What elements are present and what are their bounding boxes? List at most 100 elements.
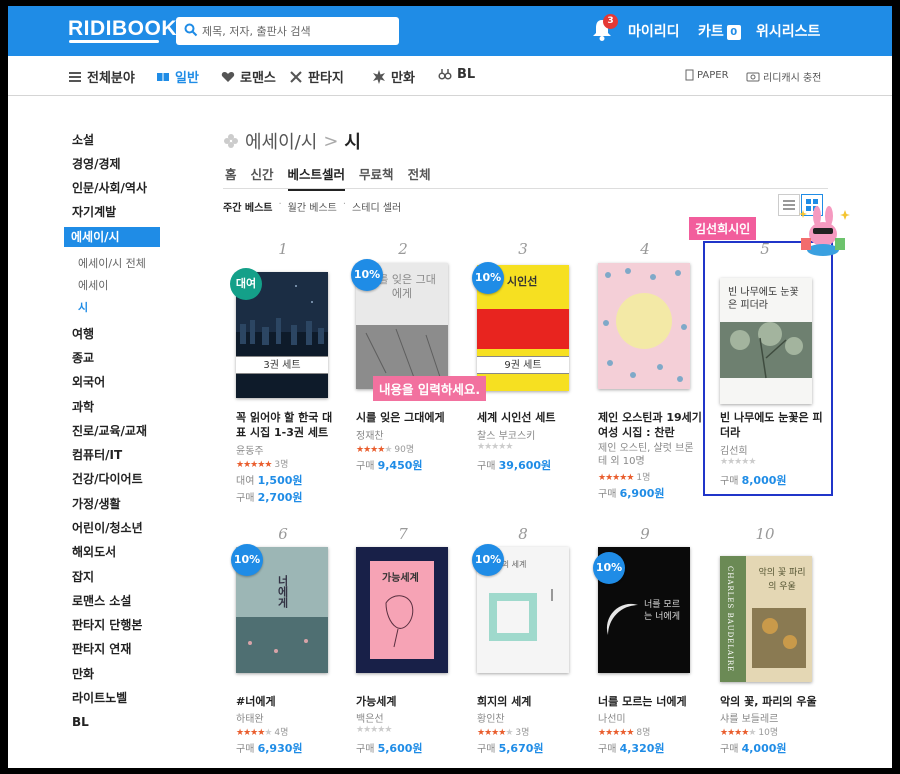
book-title[interactable]: 희지의 세계	[477, 694, 581, 709]
subtab-monthly[interactable]: 월간 베스트	[288, 199, 337, 214]
book-cover[interactable]	[598, 263, 690, 389]
tab-home[interactable]: 홈	[225, 164, 237, 191]
sidebar-item-magazine[interactable]: 잡지	[72, 568, 94, 586]
nav-romance[interactable]: 로맨스	[221, 67, 276, 86]
rank-number: 1	[278, 240, 288, 258]
sidebar-item-romance-novel[interactable]: 로맨스 소설	[72, 592, 131, 610]
sidebar-item-light-novel[interactable]: 라이트노벨	[72, 689, 127, 707]
nav-general[interactable]: 일반	[156, 67, 199, 86]
rating-stars: ★★★★★	[356, 725, 392, 735]
nav-all-categories[interactable]: 전체분야	[68, 67, 135, 86]
book-title[interactable]: 가능세계	[356, 694, 460, 709]
ridibooks-logo[interactable]: RIDIBOOKS	[68, 17, 192, 41]
breadcrumb: 에세이/시 > 시	[223, 128, 361, 154]
nav-fantasy[interactable]: 판타지	[289, 67, 344, 86]
book-cover[interactable]: CHARLES BAUDELAIRE 악의 꽃 파리의 우울	[720, 556, 812, 682]
input-placeholder-tag[interactable]: 내용을 입력하세요.	[373, 376, 487, 401]
sidebar-item-bl[interactable]: BL	[72, 713, 89, 731]
search-box[interactable]	[176, 17, 399, 45]
tab-free[interactable]: 무료책	[359, 164, 394, 191]
sidebar-sub-essay[interactable]: 에세이	[78, 277, 108, 293]
sidebar-sub-essay-poetry-all[interactable]: 에세이/시 전체	[78, 255, 146, 271]
sidebar-item-humanities[interactable]: 인문/사회/역사	[72, 179, 147, 197]
sidebar-item-comics[interactable]: 만화	[72, 665, 94, 683]
buy-label: 구매	[720, 744, 739, 755]
star-icon: ★	[384, 445, 392, 455]
sidebar-item-business[interactable]: 경영/경제	[72, 155, 121, 173]
sidebar-item-children[interactable]: 어린이/청소년	[72, 519, 143, 537]
breadcrumb-separator: >	[323, 130, 339, 152]
paper-link[interactable]: PAPER	[685, 69, 729, 81]
cash-charge-link[interactable]: 리디캐시 충전	[746, 69, 821, 84]
nav-bl[interactable]: BL	[438, 67, 475, 82]
book-title[interactable]: 제인 오스틴과 19세기 여성 시집 : 찬란	[598, 410, 702, 440]
nav-comics[interactable]: 만화	[372, 67, 415, 86]
sidebar-item-essay-poetry[interactable]: 에세이/시	[64, 227, 160, 247]
book-author[interactable]: 정재찬	[356, 427, 384, 442]
cover-author: CHARLES BAUDELAIRE	[726, 566, 734, 673]
tab-bestseller[interactable]: 베스트셀러	[287, 164, 346, 191]
sidebar-item-novel[interactable]: 소설	[72, 131, 94, 149]
buy-label: 구매	[477, 461, 496, 472]
book-title[interactable]: 시를 잊은 그대에게	[356, 410, 460, 425]
sidebar-item-fantasy-serial[interactable]: 판타지 연재	[72, 640, 131, 658]
rating-count: 8명	[636, 728, 651, 738]
book-author[interactable]: 하태완	[236, 710, 264, 725]
sidebar-item-fantasy-book[interactable]: 판타지 단행본	[72, 616, 142, 634]
buy-label: 구매	[598, 489, 617, 500]
book-author[interactable]: 윤동주	[236, 442, 264, 457]
buy-label: 구매	[356, 461, 375, 472]
book-author[interactable]: 제인 오스틴, 샬럿 브론테 외 10명	[598, 442, 696, 468]
sidebar-item-self-help[interactable]: 자기계발	[72, 203, 116, 221]
book-title[interactable]: 꼭 읽어야 할 한국 대표 시집 1-3권 세트	[236, 410, 340, 440]
book-author[interactable]: 찰스 부코스키	[477, 427, 535, 442]
cart-count-badge: 0	[726, 25, 741, 40]
hamburger-icon	[69, 71, 81, 82]
rent-price: 대여 1,500원	[236, 472, 303, 488]
cart-link[interactable]: 카트 0	[698, 21, 741, 41]
buy-price: 구매 5,600원	[356, 740, 423, 756]
my-ridi-link[interactable]: 마이리디	[628, 21, 680, 41]
book-title[interactable]: 너를 모르는 너에게	[598, 694, 702, 709]
rating-count: 3명	[515, 728, 530, 738]
tab-new[interactable]: 신간	[251, 164, 274, 191]
sidebar-item-travel[interactable]: 여행	[72, 325, 94, 343]
buy-label: 구매	[236, 744, 255, 755]
breadcrumb-parent[interactable]: 에세이/시	[245, 128, 317, 154]
cover-title: 시인선	[507, 275, 538, 288]
sidebar-item-language[interactable]: 외국어	[72, 373, 105, 391]
nav-label: BL	[457, 67, 476, 82]
book-author[interactable]: 백은선	[356, 710, 384, 725]
subtab-separator: ·	[278, 199, 282, 210]
sidebar-item-science[interactable]: 과학	[72, 398, 94, 416]
search-input[interactable]	[202, 21, 392, 41]
rank-number: 4	[640, 240, 650, 258]
sidebar-sub-poetry[interactable]: 시	[78, 299, 88, 315]
tab-all[interactable]: 전체	[408, 164, 431, 191]
book-title[interactable]: 세계 시인선 세트	[477, 410, 581, 425]
sidebar-item-religion[interactable]: 종교	[72, 349, 94, 367]
star-icon: ★	[626, 473, 634, 483]
book-title[interactable]: #너에게	[236, 694, 340, 709]
buy-price-value: 4,000원	[741, 742, 787, 755]
book-author[interactable]: 황인찬	[477, 710, 505, 725]
subtab-weekly[interactable]: 주간 베스트	[223, 199, 272, 214]
book-title[interactable]: 악의 꽃, 파리의 우울	[720, 694, 824, 709]
subtab-steady[interactable]: 스테디 셀러	[352, 199, 401, 214]
sidebar-item-health[interactable]: 건강/다이어트	[72, 470, 143, 488]
book-author[interactable]: 샤를 보들레르	[720, 710, 778, 725]
sidebar-item-home-life[interactable]: 가정/생활	[72, 495, 121, 513]
sidebar-item-education[interactable]: 진로/교육/교재	[72, 422, 147, 440]
wishlist-link[interactable]: 위시리스트	[756, 21, 820, 41]
breadcrumb-current: 시	[344, 132, 361, 153]
cover-title: 가능세계	[382, 573, 419, 584]
rating-stars: ★★★★★ 4명	[236, 725, 288, 738]
sidebar-item-computer-it[interactable]: 컴퓨터/IT	[72, 446, 122, 464]
nav-label: 만화	[391, 71, 415, 86]
book-cover[interactable]: 가능세계	[356, 547, 448, 673]
book-author[interactable]: 나선미	[598, 710, 626, 725]
page-frame: RIDIBOOKS 3 마이리디 카트0 위시리스트 전체분야 일반 로맨스 판…	[8, 6, 892, 768]
buy-label: 구매	[477, 744, 496, 755]
subtab-separator: ·	[342, 199, 347, 210]
sidebar-item-foreign-books[interactable]: 해외도서	[72, 543, 116, 561]
